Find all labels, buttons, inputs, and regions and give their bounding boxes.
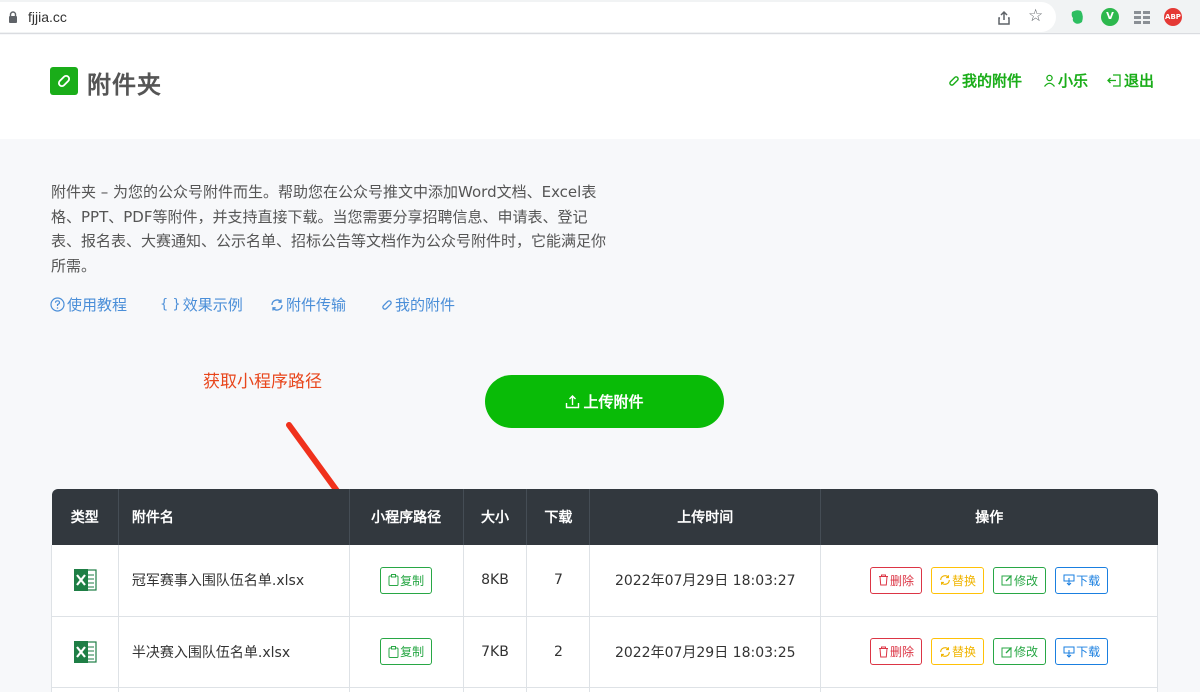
type-cell [51, 616, 119, 687]
excel-icon [73, 640, 97, 663]
replace-button[interactable]: 替换 [931, 566, 985, 594]
edit-icon [1001, 646, 1013, 657]
tutorial-link[interactable]: 使用教程 [50, 294, 127, 315]
size-cell: 7KB [463, 616, 528, 687]
clipboard-icon [388, 645, 399, 658]
edit-button[interactable]: 修改 [993, 566, 1047, 594]
trash-icon [879, 646, 889, 657]
replace-label: 替换 [952, 573, 977, 588]
address-bar[interactable]: fjjia.cc ☆ [0, 2, 1056, 32]
download-icon [1063, 646, 1075, 658]
table-row: 冠军赛事入围队伍名单.xlsx 复制 8KB 7 2022年07月29日 18:… [51, 545, 1158, 616]
size-cell: 8KB [463, 545, 528, 616]
tutorial-label: 使用教程 [67, 296, 128, 314]
download-label: 下载 [1076, 573, 1101, 588]
refresh-icon [940, 646, 950, 657]
nav-logout-label: 退出 [1124, 72, 1155, 90]
clipboard-icon [388, 574, 399, 587]
nav-logout-link[interactable]: 退出 [1106, 70, 1154, 91]
replace-label: 替换 [952, 645, 977, 659]
header-upload-time: 上传时间 [589, 489, 822, 545]
delete-button[interactable]: 删除 [870, 566, 923, 594]
transfer-link[interactable]: 附件传输 [270, 294, 346, 315]
table-row: 半决赛入围队伍名单.xlsx 复制 7KB 2 2022年07月29日 18:0… [51, 616, 1158, 687]
grid-icon[interactable] [1133, 8, 1151, 26]
my-files-label: 我的附件 [395, 296, 456, 314]
replace-button[interactable]: 替换 [931, 638, 985, 665]
header-name: 附件名 [118, 489, 350, 545]
header-size: 大小 [463, 489, 528, 545]
header-type: 类型 [51, 489, 119, 545]
edit-icon [1001, 575, 1013, 586]
upload-icon [566, 395, 580, 409]
share-icon[interactable] [996, 10, 1012, 26]
nav-my-files-link[interactable]: 我的附件 [948, 70, 1022, 91]
evernote-icon[interactable] [1068, 8, 1086, 26]
vimium-icon[interactable]: V [1101, 8, 1119, 26]
actions-cell: 删除 替换 修改 下载 [820, 616, 1158, 687]
transfer-label: 附件传输 [286, 296, 347, 314]
nav-user-link[interactable]: 小乐 [1043, 70, 1088, 91]
delete-button[interactable]: 删除 [870, 638, 923, 665]
braces-icon: { } [160, 297, 181, 312]
edit-label: 修改 [1014, 645, 1039, 659]
header-downloads: 下载 [526, 489, 591, 545]
upload-time-cell: 2022年07月29日 18:03:25 [589, 616, 822, 687]
file-name: 冠军赛事入围队伍名单.xlsx [118, 545, 350, 616]
delete-label: 删除 [890, 645, 915, 659]
nav-my-files-label: 我的附件 [962, 72, 1023, 90]
link-icon [382, 299, 392, 310]
site-title: 附件夹 [87, 71, 162, 99]
copy-label: 复制 [400, 573, 425, 588]
download-button[interactable]: 下载 [1055, 566, 1109, 594]
copy-path-button[interactable]: 复制 [380, 638, 433, 665]
upload-label: 上传附件 [583, 393, 644, 411]
question-circle-icon [50, 297, 65, 312]
star-icon[interactable]: ☆ [1028, 8, 1043, 25]
lock-icon [9, 11, 17, 23]
edit-label: 修改 [1014, 573, 1039, 588]
refresh-icon [940, 575, 950, 586]
paperclip-icon [57, 74, 71, 88]
site-header: 附件夹 我的附件 小乐 退出 [0, 35, 1200, 139]
path-cell: 复制 [349, 616, 464, 687]
copy-path-button[interactable]: 复制 [380, 566, 433, 594]
user-icon [1043, 74, 1056, 87]
header-path: 小程序路径 [349, 489, 464, 545]
annotation-label: 获取小程序路径 [203, 372, 322, 392]
edit-button[interactable]: 修改 [993, 638, 1047, 665]
type-cell [51, 545, 119, 616]
nav-user-label: 小乐 [1058, 72, 1089, 90]
download-button[interactable]: 下载 [1055, 638, 1109, 665]
abp-icon[interactable]: ABP [1164, 8, 1182, 26]
download-icon [1063, 574, 1075, 586]
upload-button[interactable]: 上传附件 [485, 375, 724, 428]
table-header-row: 类型 附件名 小程序路径 大小 下载 上传时间 操作 [51, 489, 1158, 545]
my-files-link[interactable]: 我的附件 [381, 294, 455, 315]
intro-description: 附件夹 – 为您的公众号附件而生。帮助您在公众号推文中添加Word文档、Exce… [51, 183, 607, 275]
header-actions: 操作 [975, 510, 1004, 526]
link-icon [949, 75, 959, 86]
downloads-cell: 7 [526, 545, 591, 616]
copy-label: 复制 [400, 645, 425, 659]
logo-link-icon[interactable] [50, 67, 78, 95]
path-cell: 复制 [349, 545, 464, 616]
examples-link[interactable]: { } 效果示例 [160, 294, 243, 315]
table-row [51, 687, 1158, 692]
file-table: 类型 附件名 小程序路径 大小 下载 上传时间 操作 冠军赛事入围队伍名单.xl… [51, 489, 1158, 692]
file-name: 半决赛入围队伍名单.xlsx [118, 616, 350, 687]
downloads-cell: 2 [526, 616, 591, 687]
url-text: fjjia.cc [28, 9, 67, 25]
refresh-icon [271, 298, 283, 311]
delete-label: 删除 [890, 573, 915, 588]
upload-time-cell: 2022年07月29日 18:03:27 [589, 545, 822, 616]
trash-icon [879, 574, 889, 586]
actions-cell: 删除 替换 修改 下载 [820, 545, 1158, 616]
browser-toolbar: fjjia.cc ☆ V ABP [0, 0, 1200, 34]
excel-icon [73, 569, 97, 592]
logout-icon [1107, 74, 1121, 87]
download-label: 下载 [1076, 645, 1101, 659]
examples-label: 效果示例 [182, 296, 243, 314]
